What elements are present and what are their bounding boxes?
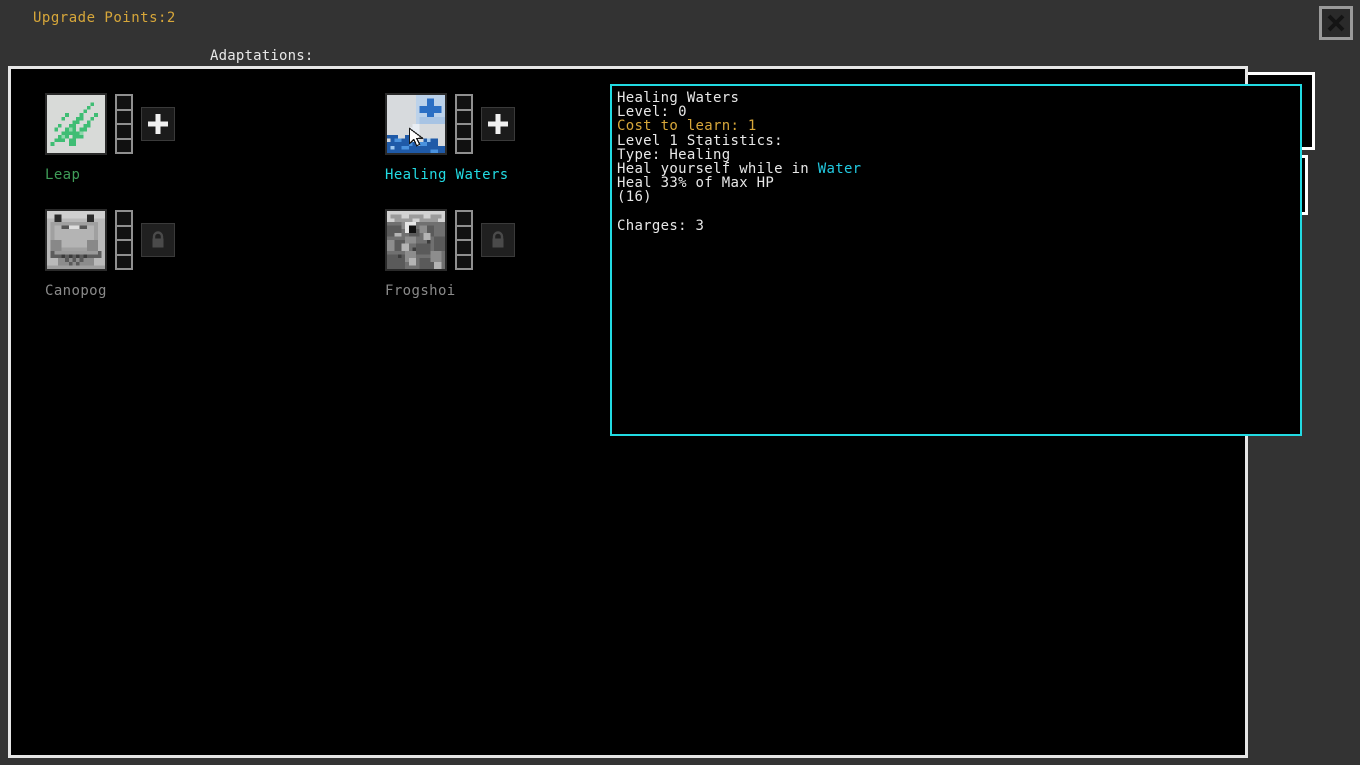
- close-button[interactable]: [1319, 6, 1353, 40]
- level-cell[interactable]: [115, 138, 133, 155]
- plus-icon: [146, 112, 170, 136]
- info-line: Heal yourself while in Water: [617, 162, 1300, 176]
- close-icon: [1326, 13, 1346, 33]
- plus-icon: [486, 112, 510, 136]
- leap-icon-art: [47, 95, 105, 153]
- info-line: [617, 205, 1300, 219]
- healing-waters-upgrade-button[interactable]: [481, 107, 515, 141]
- info-line: (16): [617, 190, 1300, 204]
- canopog-label: Canopog: [45, 283, 107, 299]
- level-cell[interactable]: [455, 138, 473, 155]
- info-line: Healing Waters: [617, 91, 1300, 105]
- frogshoi-locked-button: [481, 223, 515, 257]
- info-line: Charges: 3: [617, 219, 1300, 233]
- info-line: Heal 33% of Max HP: [617, 176, 1300, 190]
- frogshoi-label: Frogshoi: [385, 283, 456, 299]
- canopog-icon-art: [47, 211, 105, 269]
- info-line: Type: Healing: [617, 148, 1300, 162]
- level-cell[interactable]: [115, 254, 133, 271]
- lock-icon: [147, 229, 169, 251]
- canopog-locked-button: [141, 223, 175, 257]
- frogshoi-level-bar[interactable]: [455, 210, 473, 270]
- skill-row: Leap: [29, 89, 589, 205]
- canopog-icon[interactable]: [45, 209, 107, 271]
- skill-info-panel: Healing WatersLevel: 0Cost to learn: 1Le…: [610, 84, 1302, 436]
- skill-grid: Leap: [29, 89, 589, 321]
- info-keyword: Water: [818, 161, 862, 177]
- level-cell[interactable]: [455, 254, 473, 271]
- leap-upgrade-button[interactable]: [141, 107, 175, 141]
- game-screen: Upgrade Points:2 Adaptations: Tribal ski…: [0, 0, 1360, 765]
- skill-info-text: Healing WatersLevel: 0Cost to learn: 1Le…: [617, 91, 1300, 233]
- healing-waters-level-bar[interactable]: [455, 94, 473, 154]
- skill-row: Canopog: [29, 205, 589, 321]
- healing-waters-icon-art: [387, 95, 445, 153]
- info-line: Cost to learn: 1: [617, 119, 1300, 133]
- info-line: Level 1 Statistics:: [617, 134, 1300, 148]
- healing-waters-icon[interactable]: [385, 93, 447, 155]
- skill-entry-canopog[interactable]: Canopog: [29, 205, 369, 321]
- skill-entry-leap[interactable]: Leap: [29, 89, 369, 205]
- info-line: Level: 0: [617, 105, 1300, 119]
- canopog-level-bar[interactable]: [115, 210, 133, 270]
- lock-icon: [487, 229, 509, 251]
- frogshoi-icon[interactable]: [385, 209, 447, 271]
- upgrade-points-label: Upgrade Points:2: [33, 10, 176, 26]
- leap-level-bar[interactable]: [115, 94, 133, 154]
- leap-icon[interactable]: [45, 93, 107, 155]
- healing-waters-label: Healing Waters: [385, 167, 509, 183]
- adaptations-title: Adaptations:: [210, 47, 1090, 66]
- header-bar: Upgrade Points:2 Adaptations: Tribal ski…: [0, 0, 1360, 68]
- leap-label: Leap: [45, 167, 80, 183]
- frogshoi-icon-art: [387, 211, 445, 269]
